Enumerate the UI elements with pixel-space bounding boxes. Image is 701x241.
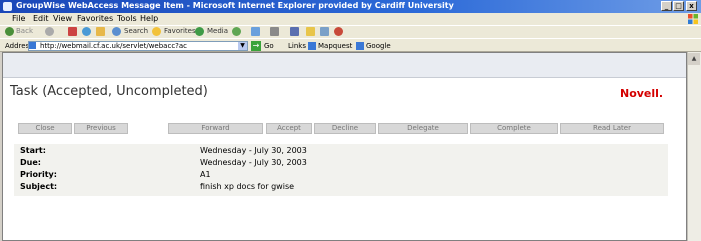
window-title: GroupWise WebAccess Message Item - Micro… — [16, 1, 454, 10]
mail-icon[interactable] — [251, 27, 260, 36]
delegate-button[interactable]: Delegate — [378, 123, 468, 134]
subject-label: Subject: — [20, 182, 58, 191]
due-label: Due: — [20, 158, 41, 167]
print-icon[interactable] — [270, 27, 279, 36]
go-arrow-icon[interactable]: → — [251, 41, 261, 51]
address-dropdown-icon[interactable]: ▼ — [238, 42, 247, 50]
scroll-up-icon[interactable]: ▲ — [688, 53, 700, 65]
refresh-icon[interactable] — [82, 27, 91, 36]
window-title-bar[interactable]: GroupWise WebAccess Message Item - Micro… — [0, 0, 701, 13]
menu-favorites[interactable]: Favorites — [77, 14, 113, 23]
forward-button[interactable]: Forward — [168, 123, 263, 134]
history-icon[interactable] — [232, 27, 241, 36]
windows-logo-icon — [688, 14, 698, 24]
go-button[interactable]: Go — [264, 42, 274, 50]
link-icon — [356, 42, 364, 50]
novell-logo: Novell. — [620, 87, 664, 100]
minimize-button[interactable]: _ — [661, 1, 672, 11]
page-title: Task (Accepted, Uncompleted) — [10, 84, 208, 99]
menu-tools[interactable]: Tools — [117, 14, 137, 23]
previous-button[interactable]: Previous — [74, 123, 128, 134]
close-button[interactable]: x — [686, 1, 697, 11]
discuss-icon[interactable] — [320, 27, 329, 36]
task-header — [3, 53, 686, 78]
priority-label: Priority: — [20, 170, 57, 179]
address-input[interactable]: http://webmail.cf.ac.uk/servlet/webacc?a… — [28, 41, 248, 51]
start-value: Wednesday - July 30, 2003 — [200, 146, 307, 155]
subject-value: finish xp docs for gwise — [200, 182, 295, 191]
media-button[interactable]: Media — [207, 27, 228, 37]
link-mapquest[interactable]: Mapquest — [318, 42, 352, 50]
forward-arrow-icon[interactable] — [45, 27, 54, 36]
task-details-panel — [14, 144, 668, 196]
media-icon[interactable] — [195, 27, 204, 36]
search-button[interactable]: Search — [124, 27, 148, 37]
back-arrow-icon[interactable] — [5, 27, 14, 36]
messenger-icon[interactable] — [334, 27, 343, 36]
read-later-button[interactable]: Read Later — [560, 123, 664, 134]
home-icon[interactable] — [96, 27, 105, 36]
close-task-button[interactable]: Close — [18, 123, 72, 134]
priority-value: A1 — [200, 170, 211, 179]
start-label: Start: — [20, 146, 46, 155]
complete-button[interactable]: Complete — [470, 123, 558, 134]
menu-file[interactable]: File — [12, 14, 25, 23]
decline-button[interactable]: Decline — [314, 123, 376, 134]
page-icon — [29, 42, 36, 49]
menu-view[interactable]: View — [53, 14, 72, 23]
folder-icon[interactable] — [306, 27, 315, 36]
search-icon[interactable] — [112, 27, 121, 36]
back-button[interactable]: Back — [16, 27, 33, 37]
star-icon[interactable] — [152, 27, 161, 36]
edit-icon[interactable] — [290, 27, 299, 36]
ie-icon — [3, 2, 12, 11]
link-google[interactable]: Google — [366, 42, 391, 50]
toolbar: Back Search Favorites Media — [0, 25, 701, 38]
maximize-button[interactable]: □ — [673, 1, 684, 11]
menu-bar: File Edit View Favorites Tools Help — [0, 13, 701, 25]
stop-icon[interactable] — [68, 27, 77, 36]
link-icon — [308, 42, 316, 50]
accept-button[interactable]: Accept — [266, 123, 312, 134]
links-label: Links — [288, 42, 306, 50]
vertical-scrollbar[interactable] — [687, 52, 701, 241]
due-value: Wednesday - July 30, 2003 — [200, 158, 307, 167]
menu-edit[interactable]: Edit — [33, 14, 49, 23]
menu-help[interactable]: Help — [140, 14, 158, 23]
address-bar: Address http://webmail.cf.ac.uk/servlet/… — [0, 38, 701, 52]
favorites-button[interactable]: Favorites — [164, 27, 196, 37]
